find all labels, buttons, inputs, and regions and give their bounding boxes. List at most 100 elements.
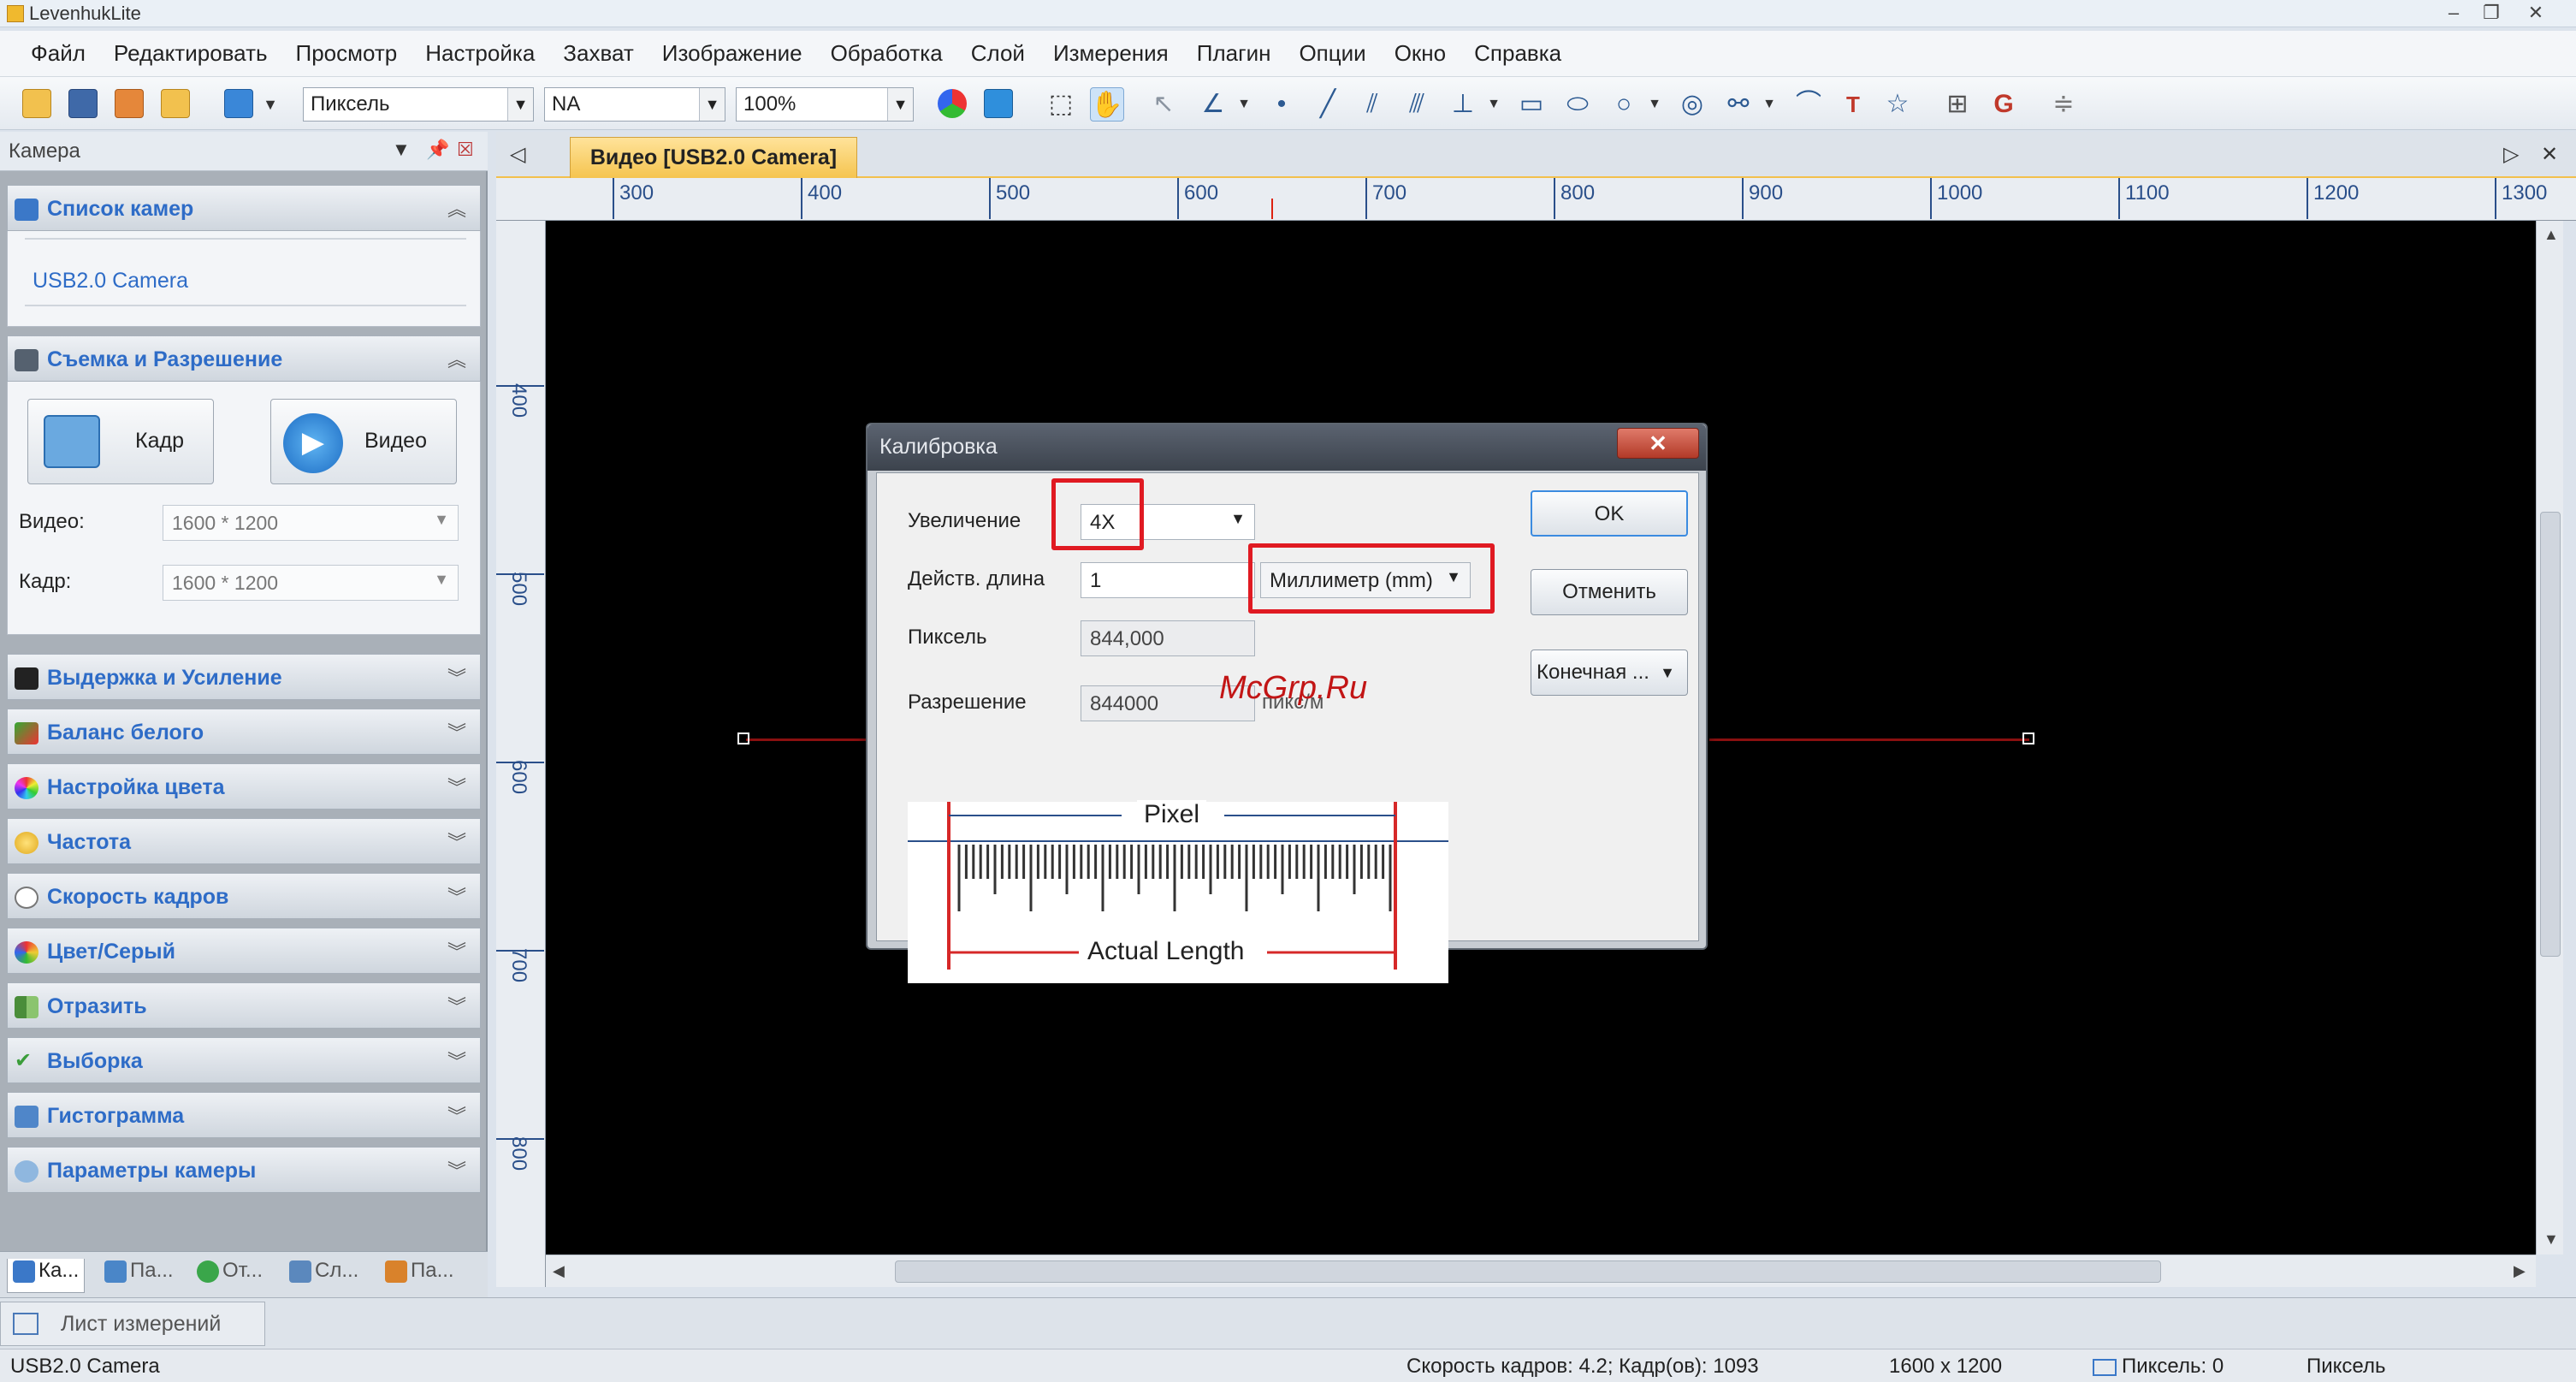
line-icon[interactable]: ╱ (1311, 87, 1345, 122)
expand-icon[interactable]: ︾ (447, 882, 466, 910)
section-white-balance[interactable]: Баланс белого ︾ (7, 709, 481, 755)
pin-icon[interactable]: 📌 (426, 139, 449, 161)
na-select[interactable]: NA ▼ (544, 87, 725, 122)
section-flip[interactable]: Отразить ︾ (7, 982, 481, 1029)
dialog-close-button[interactable]: ✕ (1617, 428, 1699, 459)
horizontal-scroll-thumb[interactable] (895, 1260, 2161, 1283)
horizontal-scrollbar[interactable]: ◀ ▶ (546, 1254, 2536, 1287)
line-end-handle[interactable] (2022, 733, 2034, 744)
hand-pan-icon[interactable]: ✋ (1090, 87, 1124, 122)
annulus-icon[interactable]: ◎ (1675, 87, 1709, 122)
expand-icon[interactable]: ︾ (447, 937, 466, 964)
menu-capture[interactable]: Захват (563, 40, 633, 67)
final-select[interactable]: Конечная ... ▼ (1531, 649, 1688, 696)
expand-icon[interactable]: ︾ (447, 1156, 466, 1183)
text-tool-icon[interactable]: T (1836, 87, 1870, 122)
align-icon[interactable]: ≑ (2046, 87, 2081, 122)
save-icon[interactable] (68, 89, 98, 118)
zoom-select[interactable]: 100% ▼ (736, 87, 914, 122)
tab-measurement-sheet[interactable]: Лист измерений (0, 1302, 265, 1346)
menu-window[interactable]: Окно (1395, 40, 1446, 67)
chevron-down-icon[interactable]: ▼ (1477, 87, 1511, 122)
menu-image[interactable]: Изображение (662, 40, 802, 67)
scroll-up-icon[interactable]: ▲ (2543, 226, 2559, 244)
menu-layer[interactable]: Слой (971, 40, 1025, 67)
open-folder-icon[interactable] (22, 89, 51, 118)
menu-setup[interactable]: Настройка (425, 40, 535, 67)
tab-params[interactable]: Па... (104, 1259, 174, 1293)
line-start-handle[interactable] (737, 733, 749, 744)
section-capture-resolution[interactable]: Съемка и Разрешение ︽ (7, 335, 481, 382)
expand-icon[interactable]: ︾ (447, 1101, 466, 1129)
ellipse-icon[interactable]: ⬭ (1560, 87, 1595, 122)
collapse-icon[interactable]: ︽ (447, 194, 466, 222)
camera-source-icon[interactable] (224, 89, 253, 118)
tab-scroll-right-icon[interactable]: ▷ (2503, 142, 2519, 167)
video-button[interactable]: ▶ Видео (270, 399, 457, 484)
ok-button[interactable]: OK (1531, 490, 1688, 537)
tab-camera[interactable]: Ка... (7, 1259, 86, 1293)
color-channels-icon[interactable] (938, 89, 967, 118)
select-rect-icon[interactable]: ⬚ (1044, 87, 1078, 122)
menu-process[interactable]: Обработка (831, 40, 943, 67)
section-color-gray[interactable]: Цвет/Серый ︾ (7, 928, 481, 974)
angle-icon[interactable]: ∠ (1196, 87, 1230, 122)
expand-icon[interactable]: ︾ (447, 718, 466, 745)
tab-scroll-left-icon[interactable]: ◁ (510, 142, 525, 167)
tab-report[interactable]: От... (197, 1259, 263, 1293)
tab-layers[interactable]: Сл... (289, 1259, 358, 1293)
snap-button[interactable]: Кадр (27, 399, 214, 484)
calibration-icon[interactable]: G (1987, 87, 2021, 122)
batch-save-icon[interactable] (115, 89, 144, 118)
close-tab-icon[interactable]: ✕ (2541, 142, 2558, 167)
close-window-button[interactable]: ✕ (2519, 2, 2553, 24)
menu-measure[interactable]: Измерения (1053, 40, 1169, 67)
expand-icon[interactable]: ︾ (447, 992, 466, 1019)
menu-help[interactable]: Справка (1474, 40, 1561, 67)
rectangle-icon[interactable]: ▭ (1514, 87, 1549, 122)
expand-icon[interactable]: ︾ (447, 827, 466, 855)
unit-select[interactable]: Пиксель ▼ (303, 87, 534, 122)
cancel-button[interactable]: Отменить (1531, 569, 1688, 615)
browse-folder-icon[interactable] (161, 89, 190, 118)
section-sampling[interactable]: ✔ Выборка ︾ (7, 1037, 481, 1083)
ruler-tool-icon[interactable]: ⊞ (1940, 87, 1975, 122)
expand-icon[interactable]: ︾ (447, 773, 466, 800)
menu-edit[interactable]: Редактировать (114, 40, 268, 67)
section-camera-params[interactable]: Параметры камеры ︾ (7, 1147, 481, 1193)
restore-button[interactable]: ❐ (2474, 2, 2508, 24)
video-resolution-select[interactable]: 1600 * 1200 ▼ (163, 505, 459, 541)
minimize-button[interactable]: – (2437, 2, 2471, 24)
arc-icon[interactable]: ⌒ (1791, 87, 1826, 122)
scroll-down-icon[interactable]: ▼ (2543, 1231, 2559, 1249)
tab-video-usb-camera[interactable]: Видео [USB2.0 Camera] (570, 137, 857, 178)
parallel-line-icon[interactable]: ⫽ (1355, 87, 1389, 122)
point-icon[interactable]: • (1264, 87, 1299, 122)
section-color-adjust[interactable]: Настройка цвета ︾ (7, 763, 481, 810)
multi-parallel-icon[interactable]: ⫻ (1400, 87, 1434, 122)
scroll-right-icon[interactable]: ▶ (2514, 1262, 2526, 1280)
star-icon[interactable]: ☆ (1880, 87, 1915, 122)
frame-resolution-select[interactable]: 1600 * 1200 ▼ (163, 565, 459, 601)
expand-icon[interactable]: ︾ (447, 663, 466, 691)
menu-file[interactable]: Файл (31, 40, 86, 67)
two-circles-icon[interactable]: ⚯ (1721, 87, 1756, 122)
scroll-left-icon[interactable]: ◀ (553, 1262, 565, 1280)
chevron-down-icon[interactable]: ▼ (1637, 87, 1672, 122)
circle-icon[interactable]: ○ (1607, 87, 1641, 122)
panel-menu-icon[interactable]: ▼ (392, 139, 411, 161)
vertical-scrollbar[interactable]: ▲ ▼ (2536, 221, 2563, 1254)
menu-options[interactable]: Опции (1299, 40, 1365, 67)
section-frame-rate[interactable]: Скорость кадров ︾ (7, 873, 481, 919)
chevron-down-icon[interactable]: ▼ (1752, 87, 1786, 122)
menu-plugin[interactable]: Плагин (1197, 40, 1271, 67)
section-histogram[interactable]: Гистограмма ︾ (7, 1092, 481, 1138)
chevron-down-icon[interactable]: ▼ (253, 87, 287, 122)
camera-list-item[interactable]: USB2.0 Camera (33, 269, 188, 294)
actual-length-input[interactable]: 1 (1081, 562, 1255, 598)
tab-folders[interactable]: Па... (385, 1259, 454, 1293)
section-camera-list[interactable]: Список камер ︽ (7, 185, 481, 231)
section-frequency[interactable]: Частота ︾ (7, 818, 481, 864)
vertical-scroll-thumb[interactable] (2540, 512, 2561, 957)
histogram-icon[interactable] (984, 89, 1013, 118)
